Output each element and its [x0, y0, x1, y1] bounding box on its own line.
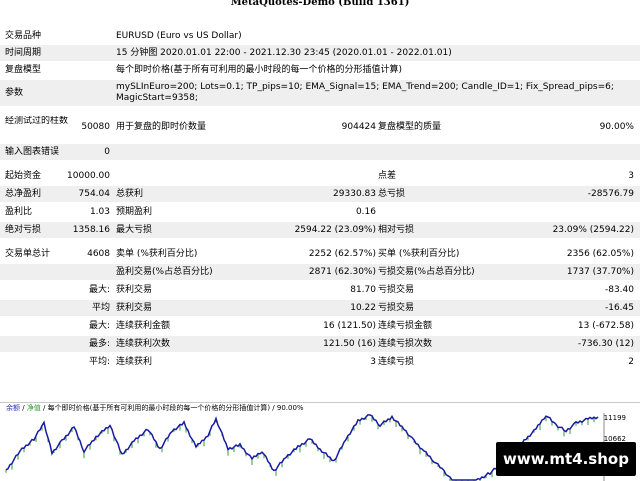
row-net: 总净盈利 754.04 总获利 29330.83 总亏损 -28576.79 — [0, 186, 640, 202]
avg-loss-label: 亏损交易 — [378, 303, 415, 313]
avg-cons-prefix: 平均: — [88, 357, 110, 367]
row-errors: 输入图表错误 0 — [0, 144, 640, 160]
max-cons-wins-label: 连续获利金额 — [116, 321, 171, 331]
params-line2: MagicStart=9358; — [116, 93, 198, 103]
y-tick-1: 11199 — [603, 414, 626, 422]
largest-profit-value: 81.70 — [350, 285, 376, 295]
bars-value: 50080 — [81, 122, 110, 132]
avg-cons-losses-label: 连续亏损 — [378, 357, 415, 367]
largest-loss-label: 亏损交易 — [378, 285, 415, 295]
report-title: MetaQuotes-Demo (Build 1361) — [230, 0, 410, 8]
watermark: www.mt4.shop — [496, 442, 636, 476]
row-average: 平均 获利交易 10.22 亏损交易 -16.45 — [0, 300, 640, 316]
period-label: 时间周期 — [5, 48, 42, 58]
period-value: 15 分钟图 2020.01.01 22:00 - 2021.12.30 23:… — [116, 48, 452, 58]
gross-loss-label: 总亏损 — [378, 189, 406, 199]
errors-label: 输入图表错误 — [5, 147, 60, 157]
row-bars: 经测试过的柱数 50080 用于复盘的即时价数量 904424 复盘模型的质量 … — [0, 114, 640, 140]
maximal-wins-label: 连续获利次数 — [116, 339, 171, 349]
abs-dd-label: 绝对亏损 — [5, 225, 42, 235]
maximal-wins-value: 121.50 (16) — [323, 339, 376, 349]
avg-cons-wins-label: 连续获利 — [116, 357, 153, 367]
ticks-value: 904424 — [341, 122, 376, 132]
row-deposit: 起始资金 10000.00 点差 3 — [0, 168, 640, 184]
errors-value: 0 — [104, 147, 110, 157]
model-label: 复盘模型 — [5, 65, 42, 75]
expected-label: 预期盈利 — [116, 207, 153, 217]
quality-label: 复盘模型的质量 — [378, 122, 442, 132]
deposit-value: 10000.00 — [67, 171, 110, 181]
largest-profit-label: 获利交易 — [116, 285, 153, 295]
loss-trades-label: 亏损交易(%占总百分比) — [378, 267, 475, 277]
row-params: 参数 mySLInEuro=200; Lots=0.1; TP_pips=10;… — [0, 80, 640, 106]
max-cons-prefix: 最大: — [88, 321, 110, 331]
rel-dd-value: 23.09% (2594.22) — [552, 225, 634, 235]
max-cons-wins-value: 16 (121.50) — [323, 321, 376, 331]
gross-profit-label: 总获利 — [116, 189, 144, 199]
spread-value: 3 — [628, 171, 634, 181]
row-maximal-consecutive: 最多: 连续获利次数 121.50 (16) 连续亏损次数 -736.30 (1… — [0, 336, 640, 352]
maximal-losses-value: -736.30 (12) — [577, 339, 634, 349]
ticks-label: 用于复盘的即时价数量 — [116, 122, 207, 132]
row-drawdown: 绝对亏损 1358.16 最大亏损 2594.22 (23.09%) 相对亏损 … — [0, 222, 640, 238]
max-dd-value: 2594.22 (23.09%) — [294, 225, 376, 235]
pf-label: 盈利比 — [5, 207, 33, 217]
expected-value: 0.16 — [355, 207, 376, 217]
quality-value: 90.00% — [599, 122, 634, 132]
trades-value: 4608 — [87, 249, 110, 259]
long-value: 2356 (62.05%) — [566, 249, 634, 259]
avg-loss-value: -16.45 — [604, 303, 634, 313]
maximal-losses-label: 连续亏损次数 — [378, 339, 433, 349]
avg-profit-label: 获利交易 — [116, 303, 153, 313]
avg-cons-wins-value: 3 — [370, 357, 376, 367]
avg-cons-losses-value: 2 — [628, 357, 634, 367]
rel-dd-label: 相对亏损 — [378, 225, 415, 235]
net-label: 总净盈利 — [5, 189, 42, 199]
largest-loss-value: -83.40 — [604, 285, 634, 295]
loss-trades-value: 1737 (37.70%) — [566, 267, 634, 277]
profit-trades-value: 2871 (62.30%) — [308, 267, 376, 277]
row-average-consecutive: 平均: 连续获利 3 连续亏损 2 — [0, 354, 640, 370]
row-symbol: 交易品种 EURUSD (Euro vs US Dollar) — [0, 28, 640, 44]
model-value: 每个即时价格(基于所有可利用的最小时段的每一个价格的分形插值计算) — [116, 65, 403, 75]
profit-trades-label: 盈利交易(%占总百分比) — [116, 267, 213, 277]
params-label: 参数 — [5, 88, 24, 98]
abs-dd-value: 1358.16 — [72, 225, 110, 235]
short-value: 2252 (62.57%) — [308, 249, 376, 259]
row-trades: 交易单总计 4608 卖单 (%获利百分比) 2252 (62.57%) 买单 … — [0, 246, 640, 262]
symbol-label: 交易品种 — [5, 31, 42, 41]
row-model: 复盘模型 每个即时价格(基于所有可利用的最小时段的每一个价格的分形插值计算) — [0, 62, 640, 78]
row-period: 时间周期 15 分钟图 2020.01.01 22:00 - 2021.12.3… — [0, 45, 640, 61]
row-profit-trades: 盈利交易(%占总百分比) 2871 (62.30%) 亏损交易(%占总百分比) … — [0, 264, 640, 280]
symbol-value: EURUSD (Euro vs US Dollar) — [116, 31, 242, 41]
average-prefix: 平均 — [91, 303, 110, 313]
max-dd-label: 最大亏损 — [116, 225, 153, 235]
row-largest: 最大: 获利交易 81.70 亏损交易 -83.40 — [0, 282, 640, 298]
row-profit-factor: 盈利比 1.03 预期盈利 0.16 — [0, 204, 640, 220]
maximal-prefix: 最多: — [88, 339, 110, 349]
max-cons-losses-label: 连续亏损金额 — [378, 321, 433, 331]
max-cons-losses-value: 13 (-672.58) — [577, 321, 634, 331]
largest-prefix: 最大: — [88, 285, 110, 295]
short-label: 卖单 (%获利百分比) — [116, 249, 198, 259]
long-label: 买单 (%获利百分比) — [378, 249, 460, 259]
trades-label: 交易单总计 — [5, 249, 51, 259]
gross-profit-value: 29330.83 — [333, 189, 376, 199]
row-max-consecutive: 最大: 连续获利金额 16 (121.50) 连续亏损金额 13 (-672.5… — [0, 318, 640, 334]
pf-value: 1.03 — [89, 207, 110, 217]
deposit-label: 起始资金 — [5, 171, 42, 181]
net-value: 754.04 — [78, 189, 111, 199]
gross-loss-value: -28576.79 — [587, 189, 634, 199]
spread-label: 点差 — [378, 171, 397, 181]
avg-profit-value: 10.22 — [350, 303, 376, 313]
